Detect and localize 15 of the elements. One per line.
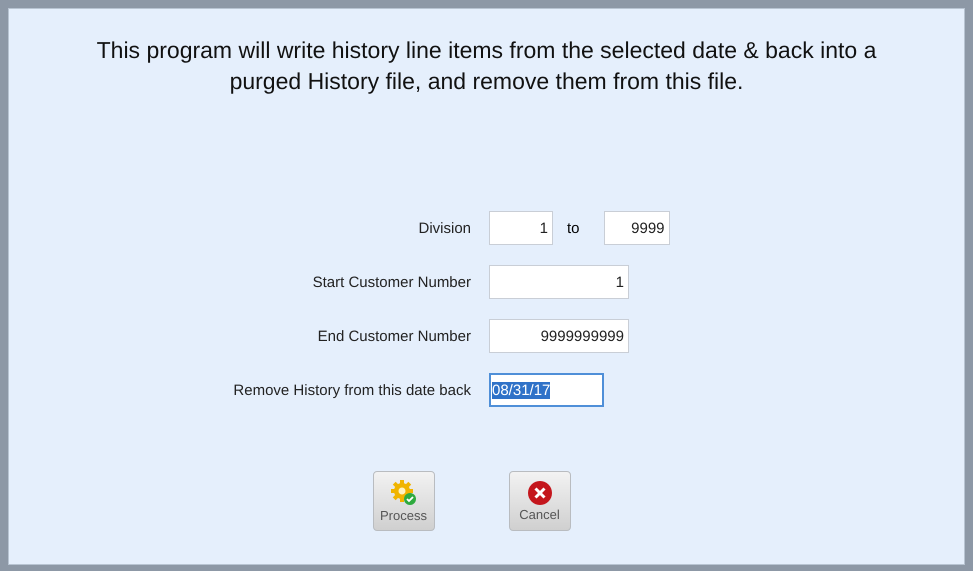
field-label: Start Customer Number — [312, 274, 472, 290]
gear-check-icon — [390, 479, 418, 507]
instruction-text: This program will write history line items from the selected date & back into a purged History file, and remove them from this file. — [96, 36, 878, 96]
process-button[interactable]: Process — [372, 471, 434, 531]
field-label: Division — [417, 220, 472, 236]
input-field[interactable]: 08/31/17 — [489, 373, 604, 407]
close-icon — [526, 480, 552, 506]
input-field[interactable]: 1 — [489, 211, 553, 245]
range-label: to — [567, 220, 580, 236]
cancel-button[interactable]: Cancel — [508, 471, 570, 531]
input-field[interactable]: 9999 — [604, 211, 670, 245]
field-label: End Customer Number — [316, 328, 472, 344]
field-label: Remove History from this date back — [232, 382, 472, 398]
input-field[interactable]: 9999999999 — [489, 319, 629, 353]
input-field[interactable]: 1 — [489, 265, 629, 299]
